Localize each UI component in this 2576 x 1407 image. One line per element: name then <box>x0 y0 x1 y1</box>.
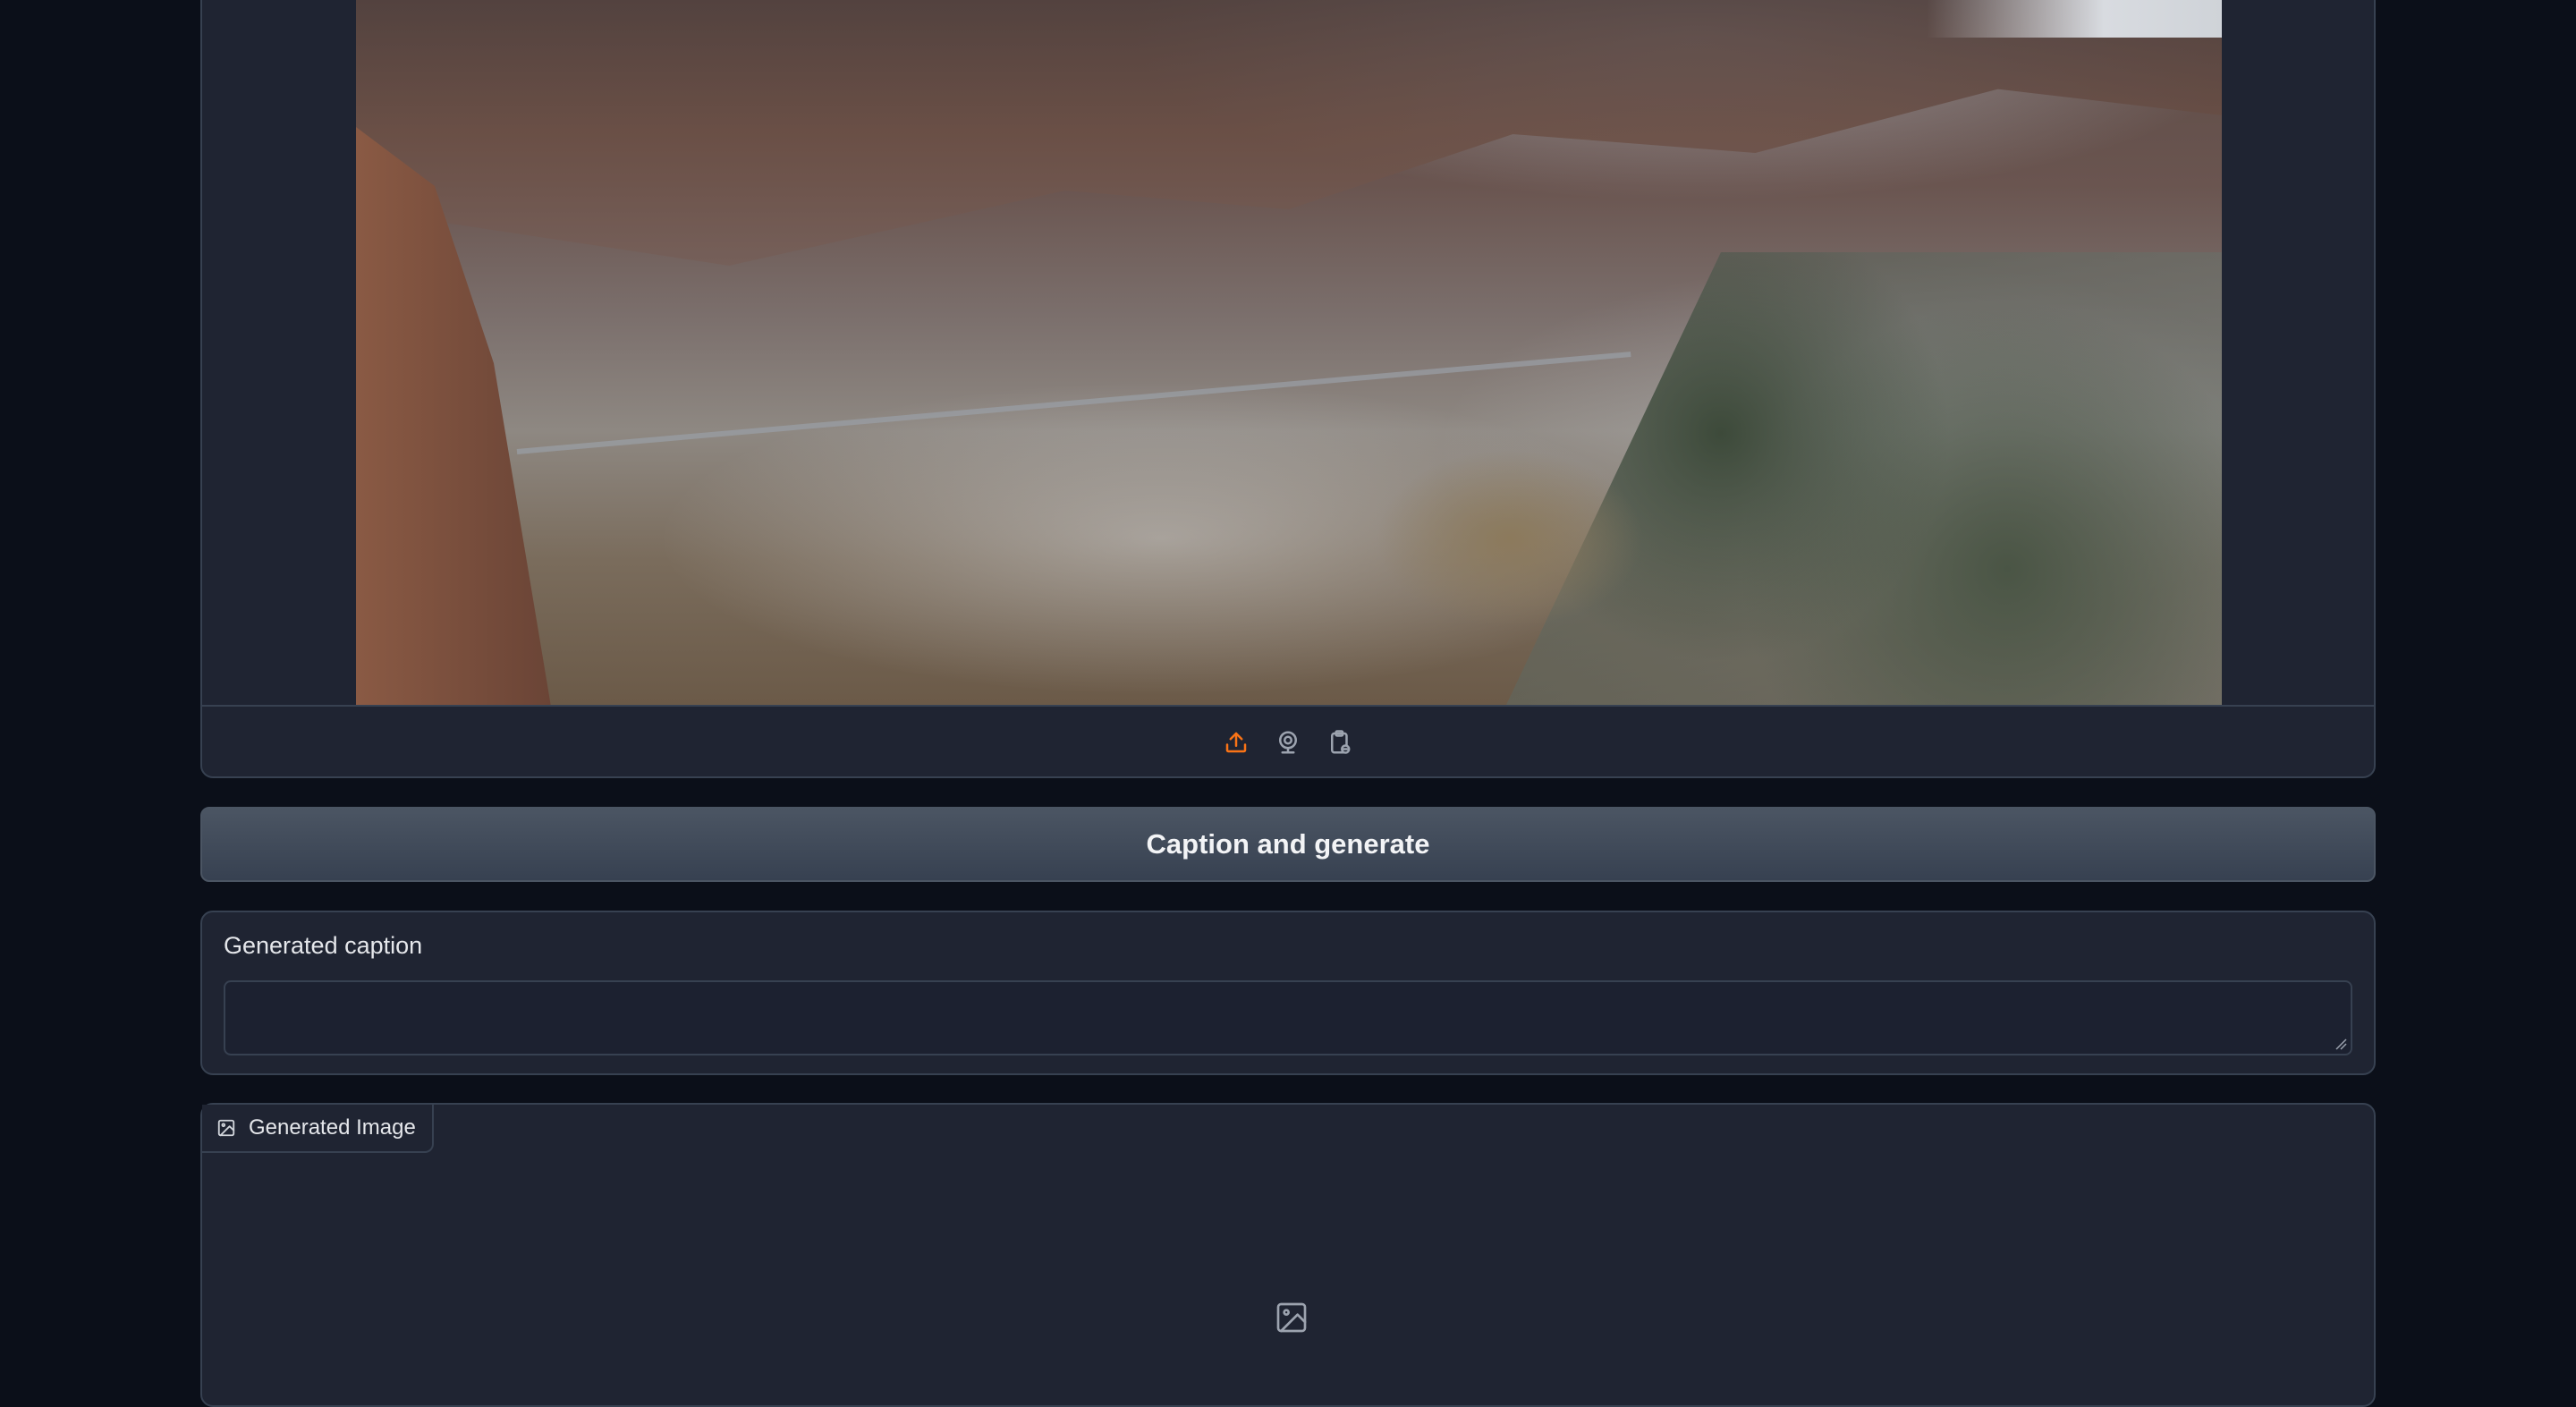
image-placeholder-icon <box>1276 1302 1307 1333</box>
caption-and-generate-button[interactable]: Caption and generate <box>200 807 2376 882</box>
webcam-icon <box>1279 731 1297 754</box>
generated-caption-textarea[interactable] <box>224 980 2352 1055</box>
clipboard-button[interactable] <box>1320 723 1360 762</box>
generated-caption-label: Generated caption <box>224 932 423 959</box>
generated-caption-panel: Generated caption <box>200 911 2376 1075</box>
generated-image-panel: Generated Image <box>200 1103 2376 1407</box>
upload-icon <box>1225 732 1247 753</box>
image-icon <box>217 1119 235 1137</box>
input-image-panel <box>200 0 2376 778</box>
clipboard-icon <box>1331 730 1351 754</box>
generated-image-label-tab: Generated Image <box>202 1105 434 1153</box>
upload-button[interactable] <box>1216 723 1256 762</box>
generated-image-label: Generated Image <box>249 1115 416 1140</box>
webcam-button[interactable] <box>1268 723 1308 762</box>
image-source-toolbar <box>202 705 2374 776</box>
input-image <box>356 0 2222 705</box>
resize-handle-icon[interactable] <box>2334 1038 2347 1050</box>
